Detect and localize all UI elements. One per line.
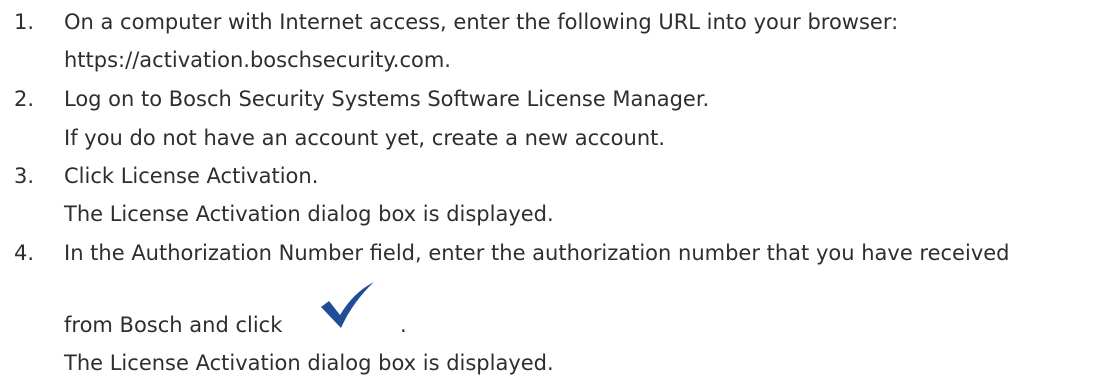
step-2-line-2: If you do not have an account yet, creat…	[64, 126, 666, 150]
checkmark-shape	[321, 282, 374, 328]
step-number: 3.	[14, 164, 35, 188]
step-number: 2.	[14, 87, 35, 111]
step-4-line-2: from Bosch and click	[64, 313, 283, 337]
step-4-line-3: The License Activation dialog box is dis…	[64, 351, 554, 375]
step-2-line-1: Log on to Bosch Security Systems Softwar…	[64, 87, 710, 111]
step-4-period: .	[400, 313, 407, 337]
checkmark-icon	[321, 282, 374, 328]
step-3-line-2: The License Activation dialog box is dis…	[64, 202, 554, 226]
step-1-line-1: On a computer with Internet access, ente…	[64, 10, 899, 34]
step-number: 4.	[14, 241, 35, 265]
step-3-line-1: Click License Activation.	[64, 164, 319, 188]
step-1-url: https://activation.boschsecurity.com.	[64, 48, 451, 72]
step-number: 1.	[14, 10, 35, 34]
step-4-line-1: In the Authorization Number field, enter…	[64, 241, 1010, 265]
